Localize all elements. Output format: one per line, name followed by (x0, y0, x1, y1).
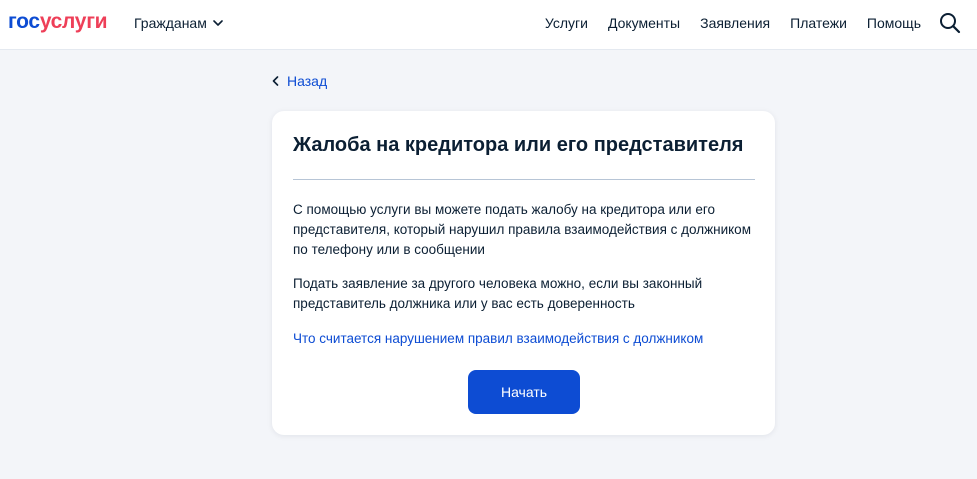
chevron-down-icon (213, 19, 223, 26)
gosuslugi-logo[interactable]: госуслуги (8, 9, 108, 35)
main-nav: Услуги Документы Заявления Платежи Помощ… (545, 14, 921, 32)
logo-part-uslugi: услуги (39, 10, 108, 33)
nav-item-applications[interactable]: Заявления (700, 14, 770, 32)
nav-item-services[interactable]: Услуги (545, 14, 588, 32)
citizen-menu-label: Гражданам (134, 15, 207, 31)
page-title: Жалоба на кредитора или его представител… (293, 134, 744, 156)
representative-note: Подать заявление за другого человека мож… (293, 276, 703, 311)
chevron-left-icon (272, 76, 279, 86)
service-card: Жалоба на кредитора или его представител… (272, 111, 775, 435)
search-icon[interactable] (939, 12, 961, 34)
header: госуслуги Гражданам Услуги Документы Зая… (0, 0, 977, 50)
start-button[interactable]: Начать (468, 370, 580, 414)
nav-item-help[interactable]: Помощь (867, 14, 921, 32)
violation-rules-link[interactable]: Что считается нарушением правил взаимоде… (293, 329, 759, 349)
title-divider (293, 179, 755, 180)
service-description: С помощью услуги вы можете подать жалобу… (293, 202, 751, 257)
back-link-label: Назад (287, 73, 328, 89)
nav-item-documents[interactable]: Документы (608, 14, 680, 32)
back-link[interactable]: Назад (272, 72, 327, 90)
citizen-menu[interactable]: Гражданам (134, 14, 223, 32)
nav-item-payments[interactable]: Платежи (790, 14, 847, 32)
logo-part-gos: гос (8, 10, 40, 33)
